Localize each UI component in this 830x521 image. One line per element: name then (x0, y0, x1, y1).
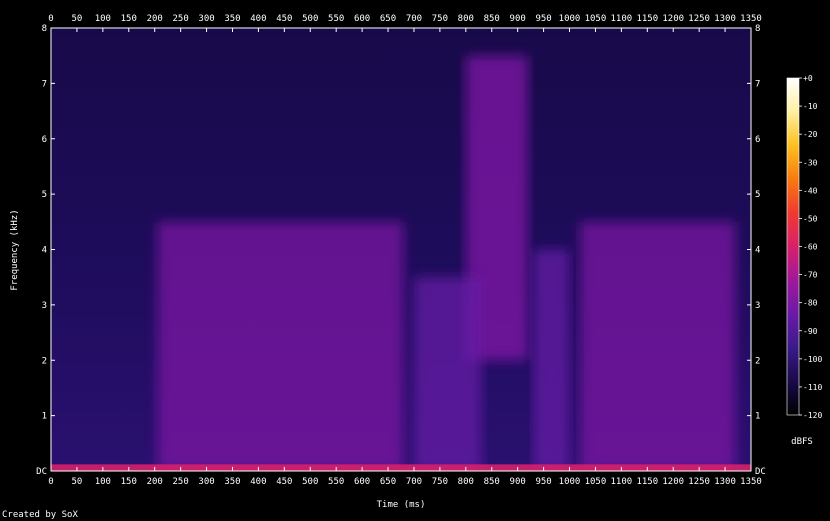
x-tick-label-top: 650 (380, 14, 396, 24)
voiced-segment-glow (579, 221, 736, 471)
x-tick-label-top: 1000 (559, 14, 581, 24)
x-tick-label-top: 500 (302, 14, 318, 24)
y-tick-label: 4 (42, 246, 47, 256)
x-tick-label-top: 1200 (662, 14, 684, 24)
x-tick-label-top: 200 (147, 14, 163, 24)
x-tick-label: 850 (484, 477, 500, 487)
y-tick-label-right: 3 (755, 301, 760, 311)
x-tick-label-top: 1300 (714, 14, 736, 24)
y-tick-label-right: 2 (755, 356, 760, 366)
colorbar-tick-label: -20 (803, 130, 818, 139)
y-tick-label: 2 (42, 356, 47, 366)
x-tick-label-top: 1050 (585, 14, 607, 24)
x-tick-label: 100 (95, 477, 111, 487)
colorbar-tick-label: -10 (803, 102, 818, 111)
x-tick-label: 550 (328, 477, 344, 487)
colorbar-label: dBFS (791, 437, 813, 447)
colorbar-tick-label: -50 (803, 214, 818, 223)
x-tick-label: 1200 (662, 477, 684, 487)
footer-credit: Created by SoX (2, 510, 78, 520)
x-tick-label-top: 50 (72, 14, 83, 24)
x-tick-label: 1150 (636, 477, 658, 487)
voiced-segment-glow (157, 221, 404, 471)
y-tick-label-right: 4 (755, 246, 760, 256)
x-tick-label: 950 (535, 477, 551, 487)
x-tick-label-top: 100 (95, 14, 111, 24)
x-tick-label-top: 900 (510, 14, 526, 24)
x-tick-label: 250 (172, 477, 188, 487)
x-tick-label: 200 (147, 477, 163, 487)
colorbar-tick-label: -60 (803, 243, 818, 252)
x-tick-label-top: 1250 (688, 14, 710, 24)
x-tick-label-top: 850 (484, 14, 500, 24)
y-axis-label: Frequency (kHz) (10, 209, 20, 290)
y-tick-label: DC (36, 467, 47, 477)
x-tick-label-top: 1150 (636, 14, 658, 24)
x-tick-label-top: 550 (328, 14, 344, 24)
colorbar-tick-label: +0 (803, 74, 813, 83)
spectrogram-chart: 0 50 100 150 200 250 300 350 400 450 500 550 600 650 7… (2, 14, 822, 520)
x-tick-label: 800 (458, 477, 474, 487)
x-tick-label: 600 (354, 477, 370, 487)
x-tick-label-top: 1350 (740, 14, 762, 24)
y-tick-label-right: 6 (755, 135, 760, 145)
x-tick-label-top: 750 (432, 14, 448, 24)
colorbar (786, 77, 800, 416)
x-tick-label-top: 800 (458, 14, 474, 24)
y-tick-label-right: DC (755, 467, 766, 477)
x-tick-label: 750 (432, 477, 448, 487)
y-tick-label: 6 (42, 135, 47, 145)
x-tick-label: 400 (250, 477, 266, 487)
x-tick-label: 150 (121, 477, 137, 487)
colorbar-ticks: +0 -10 -20 -30 -40 -50 -60 -70 -80 -90 -100 -110 -12… (799, 74, 822, 420)
x-tick-label-top: 150 (121, 14, 137, 24)
x-tick-label: 1050 (585, 477, 607, 487)
colorbar-tick-label: -70 (803, 271, 818, 280)
x-tick-label: 1350 (740, 477, 762, 487)
x-tick-label: 650 (380, 477, 396, 487)
x-tick-label-top: 0 (48, 14, 53, 24)
colorbar-tick-label: -110 (803, 383, 822, 392)
x-tick-label: 1300 (714, 477, 736, 487)
x-tick-label-top: 1100 (611, 14, 633, 24)
x-tick-label: 700 (406, 477, 422, 487)
x-tick-label-top: 700 (406, 14, 422, 24)
x-tick-label: 900 (510, 477, 526, 487)
x-tick-label-top: 600 (354, 14, 370, 24)
colorbar-tick-label: -30 (803, 158, 818, 167)
x-tick-label-top: 250 (172, 14, 188, 24)
y-tick-label-right: 5 (755, 190, 760, 200)
colorbar-tick-label: -100 (803, 355, 822, 364)
x-tick-label-top: 950 (535, 14, 551, 24)
x-tick-label: 1000 (559, 477, 581, 487)
x-tick-label: 350 (224, 477, 240, 487)
dc-band (51, 464, 751, 471)
x-tick-label-top: 350 (224, 14, 240, 24)
colorbar-tick-label: -40 (803, 186, 818, 195)
y-tick-label: 5 (42, 190, 47, 200)
x-tick-label-top: 300 (198, 14, 214, 24)
x-tick-label: 300 (198, 477, 214, 487)
x-tick-label: 450 (276, 477, 292, 487)
x-tick-label: 50 (72, 477, 83, 487)
y-tick-label-right: 7 (755, 79, 760, 89)
x-tick-label-top: 450 (276, 14, 292, 24)
voiced-segment-glow (413, 277, 482, 471)
colorbar-tick-label: -80 (803, 299, 818, 308)
x-tick-label-top: 400 (250, 14, 266, 24)
x-tick-label: 0 (48, 477, 53, 487)
x-tick-label: 1100 (611, 477, 633, 487)
x-tick-label: 1250 (688, 477, 710, 487)
colorbar-tick-label: -90 (803, 327, 818, 336)
y-tick-label: 8 (42, 24, 47, 34)
colorbar-tick-label: -120 (803, 411, 822, 420)
y-tick-label: 7 (42, 79, 47, 89)
y-tick-label-right: 8 (755, 24, 760, 34)
x-tick-label: 500 (302, 477, 318, 487)
y-tick-label-right: 1 (755, 412, 760, 422)
x-axis-label: Time (ms) (377, 500, 426, 510)
y-tick-label: 3 (42, 301, 47, 311)
y-tick-label: 1 (42, 412, 47, 422)
